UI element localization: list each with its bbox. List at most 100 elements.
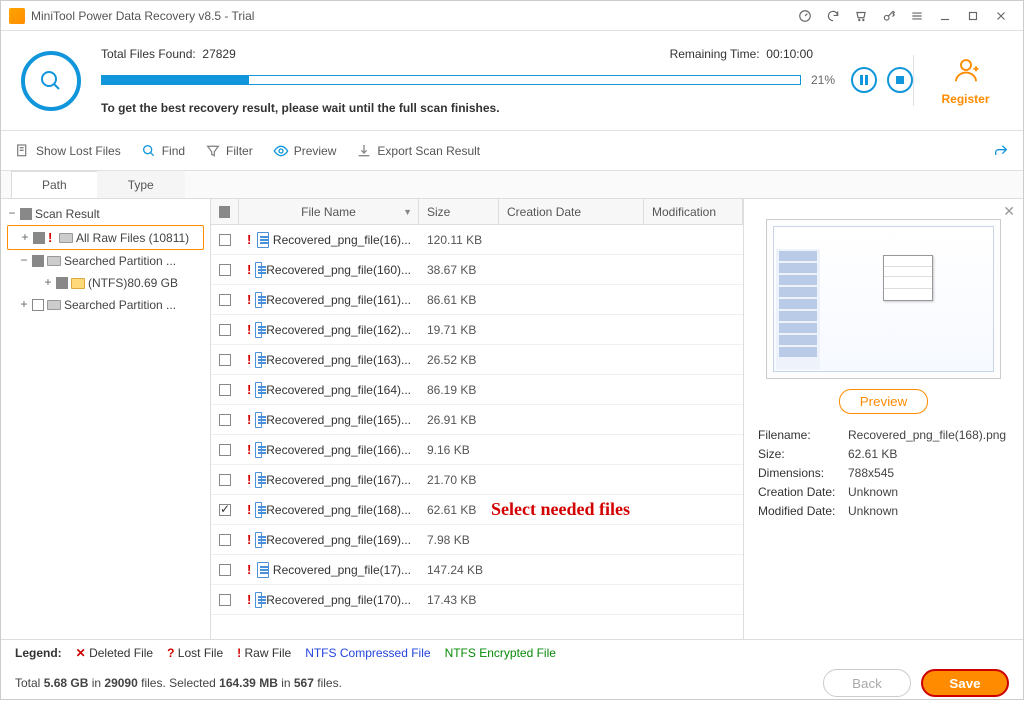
raw-file-icon: ! bbox=[247, 382, 251, 397]
raw-file-icon: ! bbox=[247, 532, 251, 547]
save-button[interactable]: Save bbox=[921, 669, 1009, 697]
menu-icon[interactable] bbox=[907, 6, 927, 26]
file-row[interactable]: !Recovered_png_file(16)...120.11 KB bbox=[211, 225, 743, 255]
scan-animation-icon bbox=[21, 51, 81, 111]
file-row[interactable]: !Recovered_png_file(164)...86.19 KB bbox=[211, 375, 743, 405]
file-row[interactable]: !Recovered_png_file(167)...21.70 KB bbox=[211, 465, 743, 495]
preview-close-icon[interactable]: ✕ bbox=[1003, 203, 1015, 220]
remaining-time-label: Remaining Time: bbox=[670, 47, 760, 61]
select-all-checkbox[interactable] bbox=[211, 199, 239, 224]
pause-button[interactable] bbox=[851, 67, 877, 93]
file-checkbox[interactable] bbox=[219, 354, 231, 366]
file-row[interactable]: !Recovered_png_file(165)...26.91 KB bbox=[211, 405, 743, 435]
filter-button[interactable]: Filter bbox=[205, 143, 253, 159]
file-icon bbox=[255, 472, 262, 488]
legend-label: Legend: bbox=[15, 646, 62, 660]
meta-dimensions-key: Dimensions: bbox=[758, 466, 848, 480]
file-checkbox[interactable] bbox=[219, 294, 231, 306]
file-icon bbox=[255, 352, 262, 368]
file-list: File Name▼ Size Creation Date Modificati… bbox=[211, 199, 743, 639]
legend-encrypted: NTFS Encrypted File bbox=[445, 646, 556, 660]
progress-percent: 21% bbox=[811, 73, 841, 87]
back-button[interactable]: Back bbox=[823, 669, 911, 697]
file-row[interactable]: !Recovered_png_file(17)...147.24 KB bbox=[211, 555, 743, 585]
tree-panel: −Scan Result +!All Raw Files (10811) −Se… bbox=[1, 199, 211, 639]
preview-button[interactable]: Preview bbox=[273, 143, 337, 159]
find-button[interactable]: Find bbox=[141, 143, 185, 159]
column-creation-date[interactable]: Creation Date bbox=[499, 199, 644, 224]
file-checkbox[interactable] bbox=[219, 264, 231, 276]
file-checkbox[interactable] bbox=[219, 444, 231, 456]
file-row[interactable]: !Recovered_png_file(169)...7.98 KB bbox=[211, 525, 743, 555]
file-icon bbox=[255, 262, 262, 278]
register-section[interactable]: Register bbox=[913, 55, 1003, 106]
cart-icon[interactable] bbox=[851, 6, 871, 26]
file-row[interactable]: !Recovered_png_file(161)...86.61 KB bbox=[211, 285, 743, 315]
file-checkbox[interactable] bbox=[219, 234, 231, 246]
column-modification[interactable]: Modification bbox=[644, 199, 743, 224]
file-checkbox[interactable] bbox=[219, 504, 231, 516]
file-checkbox[interactable] bbox=[219, 594, 231, 606]
tree-ntfs-volume[interactable]: +(NTFS)80.69 GB bbox=[7, 272, 204, 294]
raw-file-icon: ! bbox=[247, 232, 253, 247]
file-size: 9.16 KB bbox=[419, 443, 499, 457]
file-row[interactable]: !Recovered_png_file(160)...38.67 KB bbox=[211, 255, 743, 285]
file-size: 147.24 KB bbox=[419, 563, 499, 577]
file-size: 38.67 KB bbox=[419, 263, 499, 277]
tab-type[interactable]: Type bbox=[97, 171, 185, 198]
file-checkbox[interactable] bbox=[219, 564, 231, 576]
remaining-time-value: 00:10:00 bbox=[766, 47, 813, 61]
column-size[interactable]: Size bbox=[419, 199, 499, 224]
tab-path[interactable]: Path bbox=[11, 171, 98, 198]
refresh-icon[interactable] bbox=[823, 6, 843, 26]
file-row[interactable]: !Recovered_png_file(168)...62.61 KB bbox=[211, 495, 743, 525]
tree-searched-partition-1[interactable]: −Searched Partition ... bbox=[7, 250, 204, 272]
file-checkbox[interactable] bbox=[219, 414, 231, 426]
file-icon bbox=[255, 442, 262, 458]
file-name: Recovered_png_file(166)... bbox=[266, 443, 411, 457]
file-size: 26.52 KB bbox=[419, 353, 499, 367]
column-filename[interactable]: File Name▼ bbox=[239, 199, 419, 224]
preview-thumbnail bbox=[766, 219, 1001, 379]
legend-lost: ? Lost File bbox=[167, 646, 223, 660]
key-icon[interactable] bbox=[879, 6, 899, 26]
maximize-icon[interactable] bbox=[963, 6, 983, 26]
raw-file-icon: ! bbox=[247, 292, 251, 307]
file-list-header: File Name▼ Size Creation Date Modificati… bbox=[211, 199, 743, 225]
export-button[interactable]: Export Scan Result bbox=[356, 143, 480, 159]
file-size: 26.91 KB bbox=[419, 413, 499, 427]
raw-file-icon: ! bbox=[247, 262, 251, 277]
file-icon bbox=[257, 562, 269, 578]
file-name: Recovered_png_file(17)... bbox=[273, 563, 411, 577]
meta-created-key: Creation Date: bbox=[758, 485, 848, 499]
file-row[interactable]: !Recovered_png_file(166)...9.16 KB bbox=[211, 435, 743, 465]
total-files-label: Total Files Found: bbox=[101, 47, 196, 61]
legend-compressed: NTFS Compressed File bbox=[305, 646, 430, 660]
file-checkbox[interactable] bbox=[219, 384, 231, 396]
file-size: 17.43 KB bbox=[419, 593, 499, 607]
file-checkbox[interactable] bbox=[219, 474, 231, 486]
file-checkbox[interactable] bbox=[219, 534, 231, 546]
file-checkbox[interactable] bbox=[219, 324, 231, 336]
file-row[interactable]: !Recovered_png_file(170)...17.43 KB bbox=[211, 585, 743, 615]
stop-button[interactable] bbox=[887, 67, 913, 93]
share-icon[interactable] bbox=[993, 143, 1009, 159]
file-name: Recovered_png_file(167)... bbox=[266, 473, 411, 487]
file-row[interactable]: !Recovered_png_file(163)...26.52 KB bbox=[211, 345, 743, 375]
file-name: Recovered_png_file(161)... bbox=[266, 293, 411, 307]
file-name: Recovered_png_file(163)... bbox=[266, 353, 411, 367]
show-lost-files-button[interactable]: Show Lost Files bbox=[15, 143, 121, 159]
minimize-icon[interactable] bbox=[935, 6, 955, 26]
file-row[interactable]: !Recovered_png_file(162)...19.71 KB bbox=[211, 315, 743, 345]
tree-root[interactable]: −Scan Result bbox=[7, 203, 204, 225]
file-icon bbox=[255, 532, 262, 548]
tree-all-raw-files[interactable]: +!All Raw Files (10811) bbox=[7, 225, 204, 250]
tree-searched-partition-2[interactable]: +Searched Partition ... bbox=[7, 294, 204, 316]
raw-file-icon: ! bbox=[247, 592, 251, 607]
speed-icon[interactable] bbox=[795, 6, 815, 26]
preview-open-button[interactable]: Preview bbox=[839, 389, 928, 414]
close-icon[interactable] bbox=[991, 6, 1011, 26]
raw-file-icon: ! bbox=[247, 472, 251, 487]
file-name: Recovered_png_file(169)... bbox=[266, 533, 411, 547]
user-plus-icon bbox=[951, 55, 981, 85]
